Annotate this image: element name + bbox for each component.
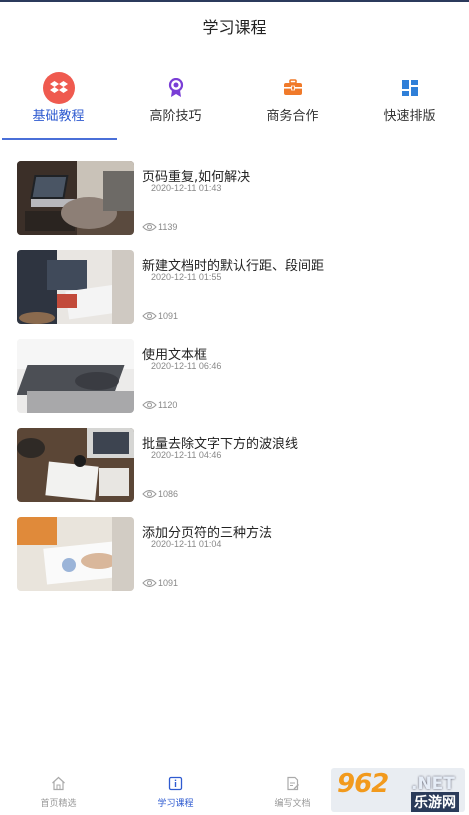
tab-label: 快速排版 xyxy=(383,109,436,124)
eye-icon xyxy=(142,401,157,409)
site-watermark-logo: 962 .NET 乐游网 xyxy=(331,768,465,812)
article-date: 2020-12-11 01:04 xyxy=(151,539,222,549)
award-icon xyxy=(160,72,192,104)
view-count: 1091 xyxy=(142,577,178,589)
tab-basic-tutorial[interactable]: 基础教程 xyxy=(0,70,117,140)
dropbox-icon xyxy=(42,72,75,104)
status-bar-line xyxy=(0,0,469,2)
info-book-icon xyxy=(117,775,234,791)
view-count: 1120 xyxy=(142,399,177,411)
nav-home[interactable]: 首页精选 xyxy=(0,775,117,809)
tab-label: 商务合作 xyxy=(266,109,319,124)
article-date: 2020-12-11 06:46 xyxy=(151,361,222,371)
active-tab-indicator xyxy=(2,138,117,140)
tab-business[interactable]: 商务合作 xyxy=(234,70,351,140)
home-icon xyxy=(0,775,117,791)
eye-icon xyxy=(142,490,157,498)
tab-advanced-tips[interactable]: 高阶技巧 xyxy=(117,70,234,140)
view-count-value: 1139 xyxy=(158,222,178,232)
tab-label: 基础教程 xyxy=(32,109,85,124)
layout-grid-icon xyxy=(394,72,426,104)
list-item[interactable]: 使用文本框 2020-12-11 06:46 1120 xyxy=(17,339,457,428)
nav-courses[interactable]: 学习课程 xyxy=(117,775,234,809)
view-count: 1086 xyxy=(142,488,178,500)
page-title: 学习课程 xyxy=(202,18,267,37)
watermark-site-name: 乐游网 xyxy=(411,792,459,812)
view-count-value: 1091 xyxy=(158,311,179,321)
view-count: 1091 xyxy=(142,310,178,322)
article-thumbnail xyxy=(17,428,134,502)
nav-label: 首页精选 xyxy=(40,799,77,809)
view-count-value: 1120 xyxy=(158,400,178,410)
article-date: 2020-12-11 01:43 xyxy=(151,183,222,193)
list-item[interactable]: 新建文档时的默认行距、段间距 2020-12-11 01:55 1091 xyxy=(17,250,457,339)
article-thumbnail xyxy=(17,339,134,413)
view-count-value: 1091 xyxy=(158,578,179,588)
view-count-value: 1086 xyxy=(158,489,179,499)
article-date: 2020-12-11 01:55 xyxy=(151,272,222,282)
list-item[interactable]: 添加分页符的三种方法 2020-12-11 01:04 1091 xyxy=(17,517,457,606)
nav-label: 学习课程 xyxy=(157,799,194,809)
list-item[interactable]: 页码重复,如何解决 2020-12-11 01:43 1139 xyxy=(17,161,457,250)
watermark-number: 962 xyxy=(337,769,389,799)
watermark-dotnet: .NET xyxy=(411,774,455,794)
view-count: 1139 xyxy=(142,221,177,233)
list-item[interactable]: 批量去除文字下方的波浪线 2020-12-11 04:46 1086 xyxy=(17,428,457,517)
article-date: 2020-12-11 04:46 xyxy=(151,450,222,460)
tab-label: 高阶技巧 xyxy=(149,109,202,124)
tab-quick-layout[interactable]: 快速排版 xyxy=(351,70,468,140)
article-thumbnail xyxy=(17,250,134,324)
eye-icon xyxy=(142,223,157,231)
category-tabs: 基础教程 高阶技巧 商务合作 快速排版 xyxy=(0,70,469,140)
article-list: 页码重复,如何解决 2020-12-11 01:43 1139 新建文档时的默认… xyxy=(17,161,457,606)
briefcase-icon xyxy=(277,72,309,104)
article-thumbnail xyxy=(17,161,134,235)
eye-icon xyxy=(142,579,157,587)
article-thumbnail xyxy=(17,517,134,591)
eye-icon xyxy=(142,312,157,320)
